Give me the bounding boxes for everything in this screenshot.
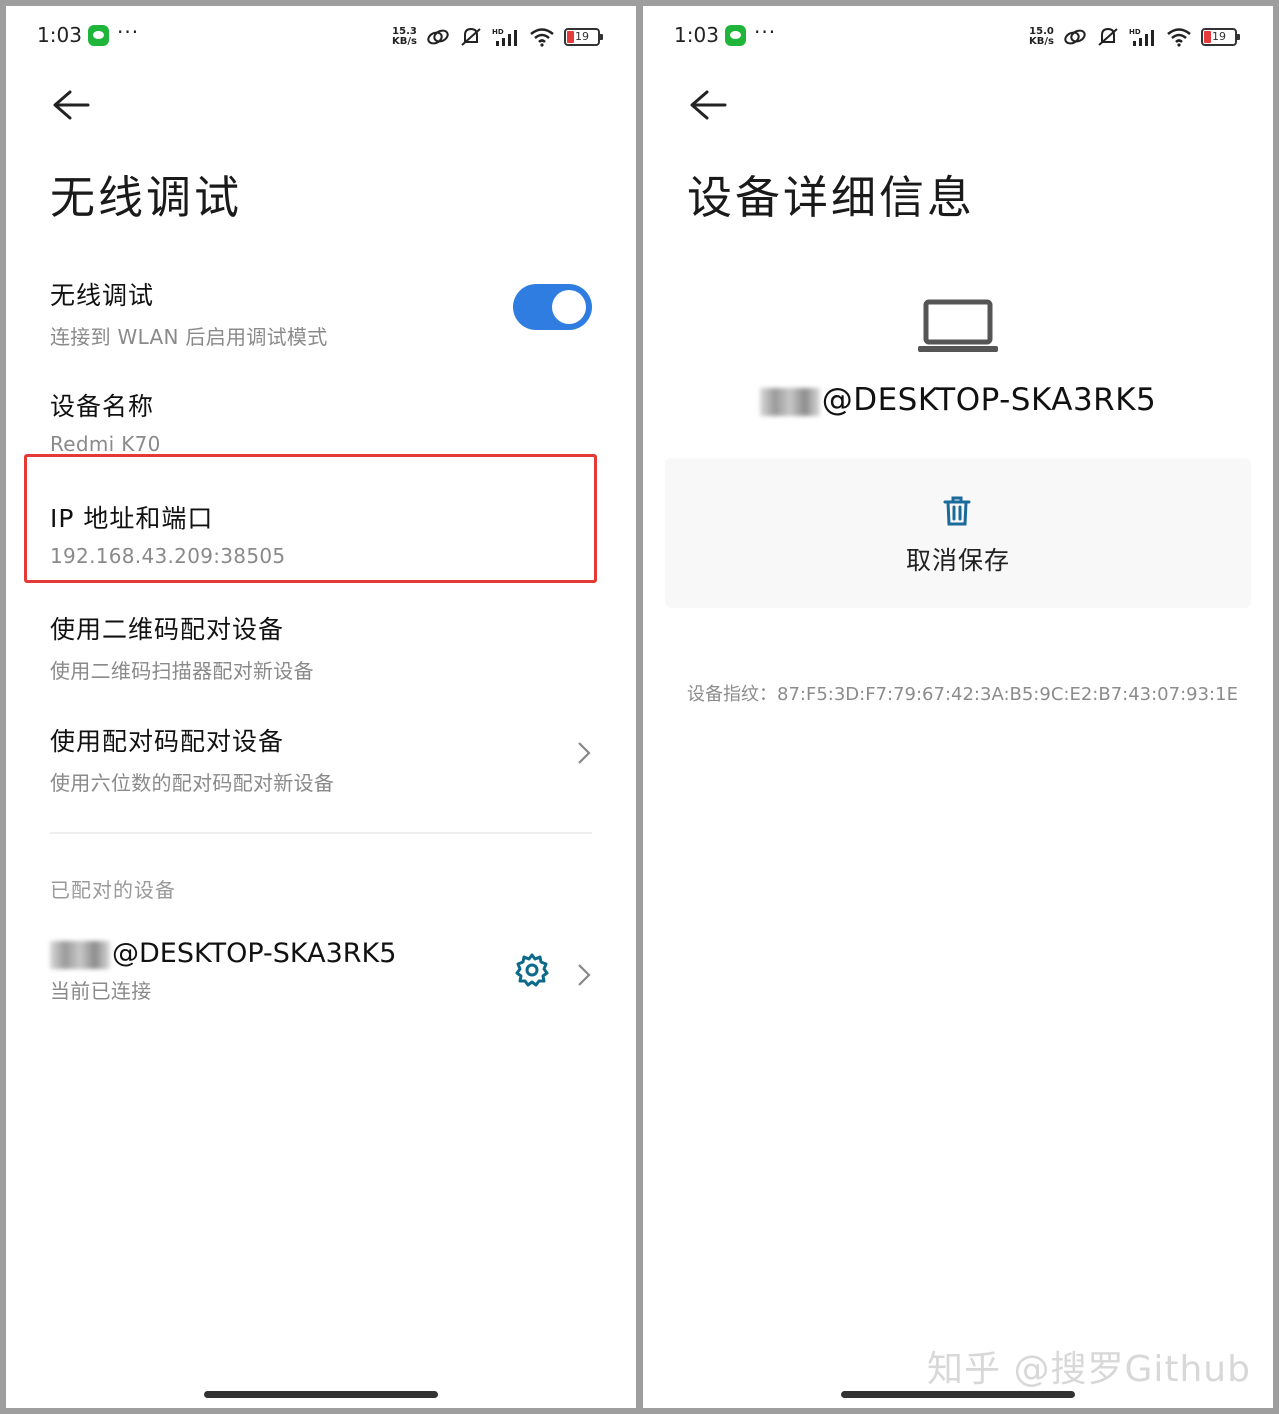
svg-text:HD: HD xyxy=(1129,28,1141,36)
back-arrow-icon[interactable] xyxy=(687,88,727,122)
link-icon xyxy=(427,29,449,45)
gear-icon[interactable] xyxy=(514,952,550,988)
row-title: 使用二维码配对设备 xyxy=(50,615,285,644)
wireless-debugging-screen: 1:03 ··· 15.3 KB/s HD 19 无线调试 无线调试 连接到 W… xyxy=(6,6,636,1408)
row-subtitle: 使用六位数的配对码配对新设备 xyxy=(50,771,335,795)
forget-device-button[interactable]: 取消保存 xyxy=(643,541,1273,577)
watermark: 知乎 @搜罗Github xyxy=(927,1349,1251,1390)
battery-icon: 19 xyxy=(564,28,603,46)
row-title: 使用配对码配对设备 xyxy=(50,727,285,756)
row-subtitle: 使用二维码扫描器配对新设备 xyxy=(50,659,314,683)
toggle-knob xyxy=(552,290,586,324)
row-subtitle: 连接到 WLAN 后启用调试模式 xyxy=(50,325,328,349)
laptop-icon xyxy=(918,299,998,352)
wifi-icon xyxy=(1167,28,1191,47)
chevron-right-icon xyxy=(578,742,591,764)
wechat-icon xyxy=(725,25,746,46)
forget-device-card[interactable] xyxy=(665,458,1251,608)
qr-pair-row[interactable]: 使用二维码配对设备 使用二维码扫描器配对新设备 xyxy=(50,610,592,684)
home-indicator[interactable] xyxy=(204,1391,438,1398)
wireless-debugging-toggle[interactable] xyxy=(513,284,592,330)
more-notifications-icon: ··· xyxy=(117,20,140,44)
paired-device-status: 当前已连接 xyxy=(50,979,152,1003)
battery-icon: 19 xyxy=(1201,28,1240,46)
row-title: 无线调试 xyxy=(50,281,155,310)
status-time: 1:03 xyxy=(674,23,719,47)
blurred-username xyxy=(50,940,110,969)
chevron-right-icon xyxy=(578,964,591,986)
row-subtitle: Redmi K70 xyxy=(50,432,161,456)
back-arrow-icon[interactable] xyxy=(50,88,90,122)
page-title: 设备详细信息 xyxy=(687,171,976,224)
page-title: 无线调试 xyxy=(50,171,243,224)
device-fingerprint: 设备指纹：87:F5:3D:F7:79:67:42:3A:B5:9C:E2:B7… xyxy=(687,684,1238,705)
svg-text:HD: HD xyxy=(492,28,504,36)
wechat-icon xyxy=(88,25,109,46)
row-subtitle: 192.168.43.209:38505 xyxy=(50,544,286,568)
signal-icon: HD xyxy=(492,28,517,46)
blurred-username xyxy=(759,387,820,416)
row-title: 设备名称 xyxy=(50,392,155,421)
row-title: IP 地址和端口 xyxy=(50,504,214,533)
ip-address-row[interactable]: IP 地址和端口 192.168.43.209:38505 xyxy=(50,499,592,568)
trash-icon[interactable] xyxy=(942,495,972,527)
link-icon xyxy=(1064,29,1086,45)
status-bar: 1:03 ··· 15.3 KB/s HD 19 xyxy=(6,20,636,52)
network-speed: 15.0 KB/s xyxy=(1029,26,1054,47)
signal-icon: HD xyxy=(1129,28,1154,46)
device-name-row[interactable]: 设备名称 Redmi K70 xyxy=(50,387,592,456)
divider xyxy=(50,832,592,834)
status-time: 1:03 xyxy=(37,23,82,47)
device-details-screen: 1:03 ··· 15.0 KB/s HD 19 设备详细信息 @DESKTOP… xyxy=(643,6,1273,1408)
paired-device-name: @DESKTOP-SKA3RK5 xyxy=(112,938,397,969)
wireless-debugging-row[interactable]: 无线调试 连接到 WLAN 后启用调试模式 xyxy=(50,276,592,350)
home-indicator[interactable] xyxy=(841,1391,1075,1398)
mute-vibrate-icon xyxy=(1098,27,1118,46)
paired-devices-label: 已配对的设备 xyxy=(50,878,176,902)
network-speed: 15.3 KB/s xyxy=(392,26,417,47)
status-bar: 1:03 ··· 15.0 KB/s HD 19 xyxy=(643,20,1273,52)
code-pair-row[interactable]: 使用配对码配对设备 使用六位数的配对码配对新设备 xyxy=(50,722,592,796)
wifi-icon xyxy=(530,28,554,47)
paired-device-row[interactable]: @DESKTOP-SKA3RK5 当前已连接 xyxy=(50,938,592,1004)
more-notifications-icon: ··· xyxy=(754,20,777,44)
device-name: @DESKTOP-SKA3RK5 xyxy=(643,382,1273,418)
mute-vibrate-icon xyxy=(461,27,481,46)
